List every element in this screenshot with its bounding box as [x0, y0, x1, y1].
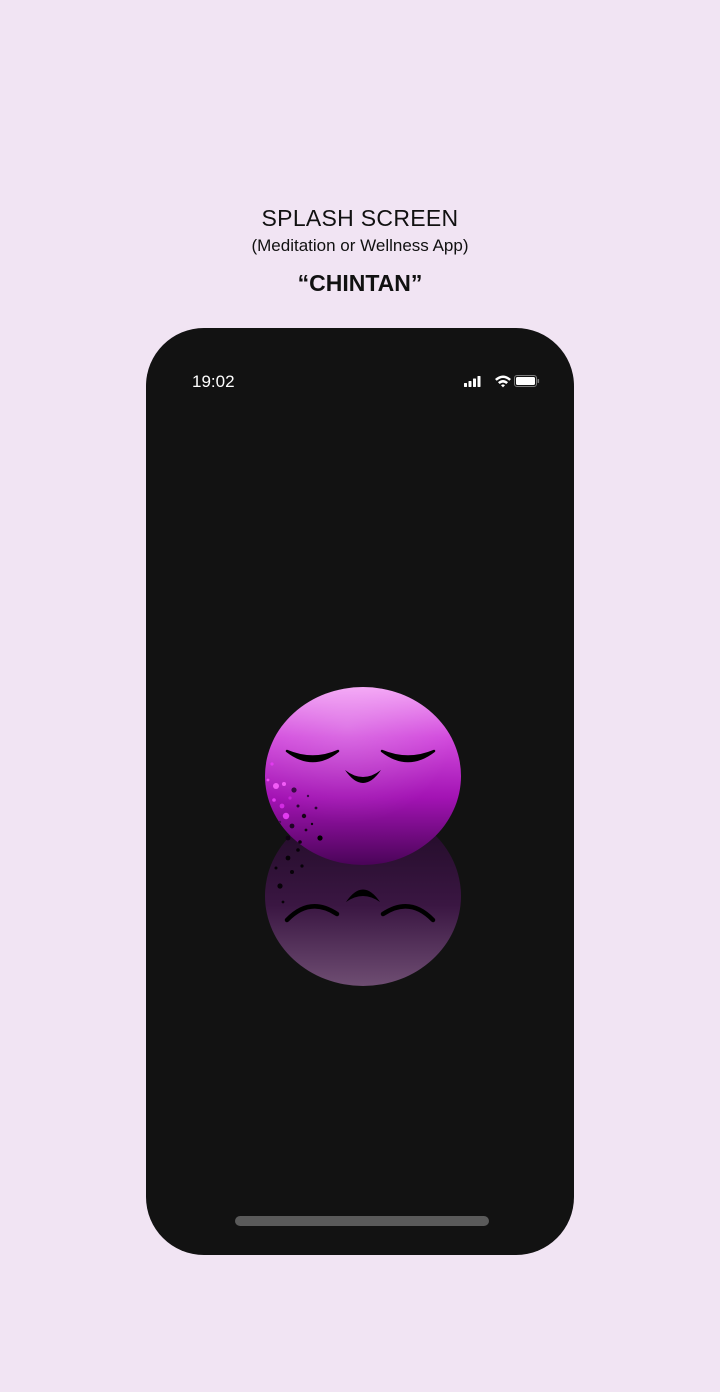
status-time: 19:02 — [192, 372, 235, 391]
meditating-face-logo — [265, 687, 461, 986]
screen-subtitle: (Meditation or Wellness App) — [251, 236, 469, 255]
app-name: “CHINTAN” — [297, 270, 423, 296]
battery-icon — [514, 374, 540, 393]
face-orb — [265, 687, 461, 865]
phone-frame: 19:02 — [146, 328, 574, 1255]
status-icons — [460, 374, 540, 390]
wifi-icon — [494, 374, 512, 393]
signal-icon — [463, 374, 483, 393]
screen-title: SPLASH SCREEN — [261, 205, 459, 231]
home-indicator[interactable] — [235, 1216, 489, 1226]
